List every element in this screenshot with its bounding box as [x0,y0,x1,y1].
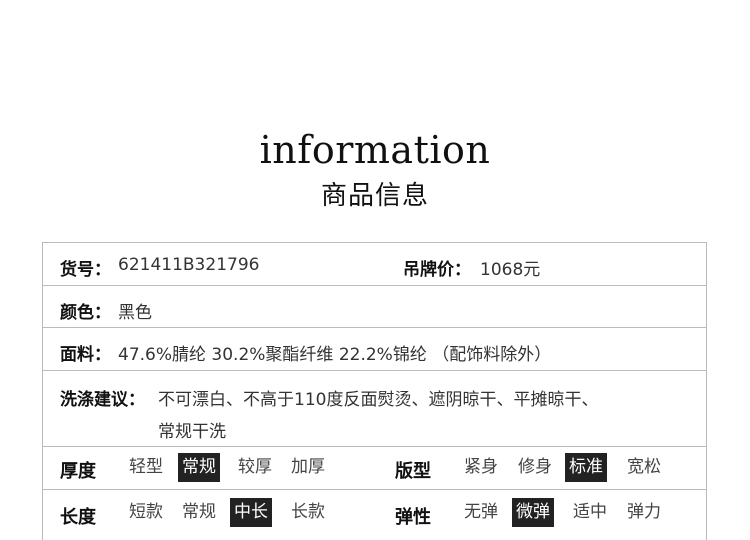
price-value: 1068元 [480,260,541,280]
fit-label: 版型 [395,461,431,482]
title-en: information [259,128,491,172]
length-option: 中长 [230,498,272,527]
length-label: 长度 [60,507,96,528]
thickness-option: 较厚 [238,457,272,477]
wash-label: 洗涤建议： [60,390,145,410]
fit-option: 标准 [565,453,607,482]
thickness-label: 厚度 [60,461,96,482]
row-color: 颜色： 黑色 [43,286,706,328]
wash-line2: 常规干洗 [158,422,226,442]
elasticity-option: 适中 [573,502,607,522]
fit-option: 宽松 [627,457,661,477]
elasticity-label: 弹性 [395,507,431,528]
fit-option: 修身 [518,457,552,477]
elasticity-option: 无弹 [464,502,498,522]
code-label: 货号： [60,260,111,280]
thickness-option: 加厚 [291,457,325,477]
length-option: 长款 [291,502,325,522]
elasticity-option: 微弹 [512,498,554,527]
thickness-option: 轻型 [129,457,163,477]
row-fabric: 面料： 47.6%腈纶 30.2%聚酯纤维 22.2%锦纶 （配饰料除外） [43,328,706,371]
fabric-value: 47.6%腈纶 30.2%聚酯纤维 22.2%锦纶 （配饰料除外） [118,345,552,365]
length-option: 常规 [182,502,216,522]
wash-line1: 不可漂白、不高于110度反面熨烫、遮阴晾干、平摊晾干、 [158,390,599,410]
spec-table: 货号： 621411B321796 吊牌价： 1068元 颜色： 黑色 面料： … [42,242,707,540]
thickness-option: 常规 [178,453,220,482]
elasticity-option: 弹力 [627,502,661,522]
row-code-price: 货号： 621411B321796 吊牌价： 1068元 [43,243,706,286]
color-value: 黑色 [118,303,152,323]
row-thickness-fit: 厚度 轻型 常规 较厚 加厚 版型 紧身 修身 标准 宽松 [43,447,706,490]
code-value: 621411B321796 [118,255,260,275]
color-label: 颜色： [60,303,111,323]
fit-option: 紧身 [464,457,498,477]
fabric-label: 面料： [60,345,111,365]
row-wash: 洗涤建议： 不可漂白、不高于110度反面熨烫、遮阴晾干、平摊晾干、 常规干洗 [43,371,706,447]
price-label: 吊牌价： [403,260,471,280]
title-cn: 商品信息 [320,181,429,211]
row-length-elasticity: 长度 短款 常规 中长 长款 弹性 无弹 微弹 适中 弹力 [43,490,706,540]
length-option: 短款 [129,502,163,522]
